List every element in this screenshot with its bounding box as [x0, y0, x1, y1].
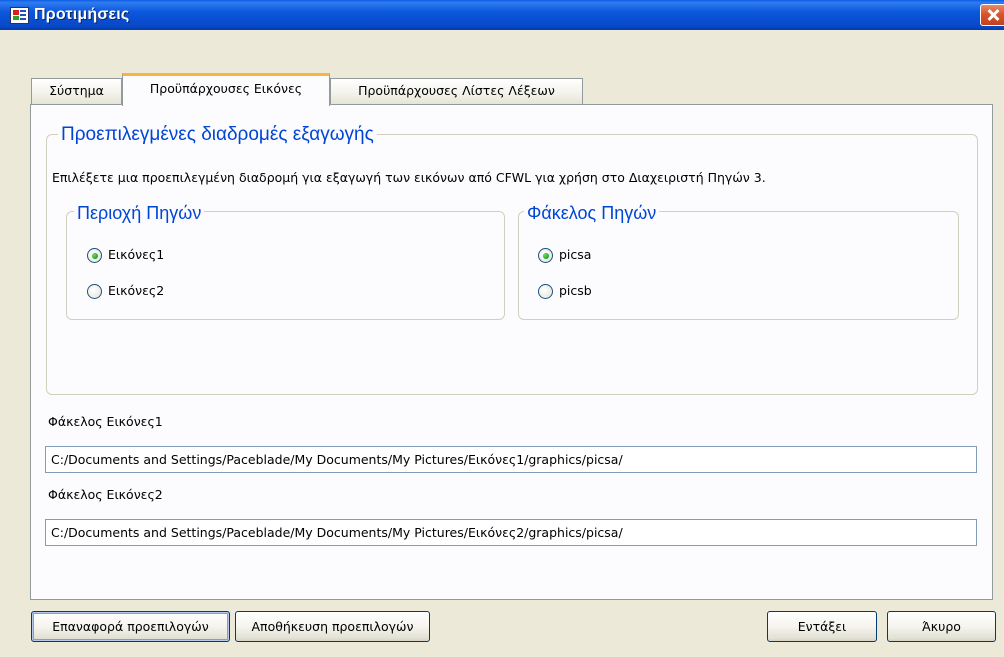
cancel-button[interactable]: Άκυρο — [887, 611, 996, 642]
reset-defaults-button[interactable]: Επαναφορά προεπιλογών — [31, 611, 230, 642]
tab-preexisting-word-lists[interactable]: Προϋπάρχουσες Λίστες Λέξεων — [330, 78, 583, 104]
close-icon[interactable] — [980, 4, 1004, 26]
tab-preexisting-images[interactable]: Προϋπάρχουσες Εικόνες — [122, 73, 330, 106]
preferences-dialog: Προτιμήσεις Σύστημα Προϋπάρχουσες Εικόνε… — [0, 0, 1004, 657]
title-bar[interactable]: Προτιμήσεις — [0, 0, 1004, 30]
folder-images2-input[interactable] — [45, 519, 977, 546]
save-defaults-button[interactable]: Αποθήκευση προεπιλογών — [235, 611, 430, 642]
ok-button[interactable]: Εντάξει — [767, 611, 877, 642]
app-icon — [10, 7, 29, 24]
window-title: Προτιμήσεις — [34, 6, 130, 23]
tab-system[interactable]: Σύστημα — [31, 78, 122, 104]
folder-images1-input[interactable] — [45, 446, 977, 473]
